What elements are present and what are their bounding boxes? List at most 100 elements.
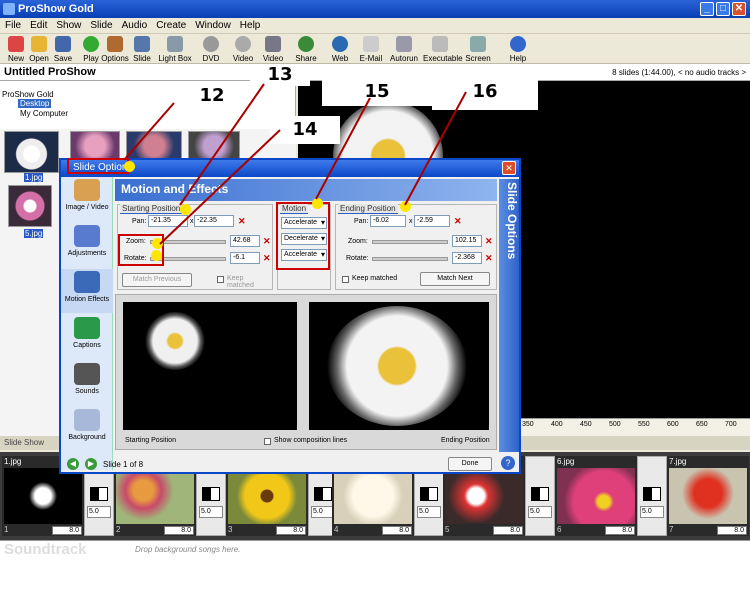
end-pan-y-input[interactable]: -2.59 [414,215,450,227]
maximize-button[interactable]: □ [716,2,730,16]
start-flower [145,312,205,370]
video-button[interactable]: Video [259,35,287,63]
transition-slot[interactable]: 5.0 [525,456,555,536]
start-rotate-input[interactable]: -6.1 [230,252,260,264]
email-icon [363,36,379,52]
minimize-button[interactable]: _ [700,2,714,16]
ending-position-preview[interactable] [309,302,489,430]
executable-button[interactable]: Executable [423,35,463,63]
next-slide-icon[interactable]: ▶ [85,458,97,470]
sidebar-image-video[interactable]: Image / Video [61,177,113,221]
menu-help[interactable]: Help [235,18,265,31]
slide-button[interactable]: Slide [128,35,156,63]
transition-icon [90,487,108,501]
help-icon[interactable]: ? [501,456,515,470]
captions-icon [74,317,100,339]
starting-position-preview[interactable] [123,302,297,430]
transition-icon [314,487,332,501]
options-button[interactable]: Options [101,35,129,63]
lightbox-button[interactable]: Light Box [158,35,192,63]
marker-dot [151,250,162,261]
menu-show[interactable]: Show [51,18,85,31]
slide-icon [134,36,150,52]
help-button[interactable]: Help [504,35,532,63]
soundtrack-bar[interactable]: Soundtrack Drop background songs here. [0,540,750,558]
options-icon [107,36,123,52]
save-button[interactable]: Save [49,35,77,63]
tree-desktop[interactable]: Desktop [18,99,52,108]
end-rotate-slider[interactable] [372,257,448,261]
menu-bar: File Edit Show Slide Audio Create Window Help [0,18,750,34]
timeline-slide[interactable]: 6.jpg 6 8.0 [555,456,637,536]
slide-thumb [116,468,194,524]
project-name: Untitled ProShow [4,66,96,78]
new-icon [8,36,24,52]
transition-icon [420,487,438,501]
menu-audio[interactable]: Audio [117,18,152,31]
background-icon [74,409,100,431]
file-thumb[interactable] [126,131,182,161]
composition-lines-checkbox[interactable] [264,438,271,445]
slide-thumb [228,468,306,524]
end-keep-matched-checkbox[interactable] [342,276,349,283]
screensaver-icon [470,36,486,52]
reset-icon[interactable]: ✕ [263,237,271,246]
menu-create[interactable]: Create [151,18,190,31]
file-thumb[interactable] [188,131,240,161]
file-thumb[interactable] [70,131,120,161]
end-zoom-slider[interactable] [372,240,448,244]
marker-dot [124,161,135,172]
transition-slot[interactable]: 5.0 [637,456,667,536]
sidebar-background[interactable]: Background [61,407,113,451]
marker-dot [312,198,323,209]
toolbar: New Open Save Play Options Slide Light B… [0,34,750,72]
match-next-button[interactable]: Match Next [420,272,490,286]
previous-slide-icon[interactable]: ◀ [67,458,79,470]
sidebar-motion-effects[interactable]: Motion Effects [61,269,113,313]
save-icon [55,36,71,52]
menu-file[interactable]: File [0,18,25,31]
reset-icon[interactable]: ✕ [485,254,493,263]
end-rotate-input[interactable]: -2.368 [452,252,482,264]
app-titlebar: ProShow Gold _ □ ✕ [0,0,750,18]
email-button[interactable]: E-Mail [356,35,386,63]
match-previous-button[interactable]: Match Previous [122,273,192,287]
callout-14: 14 [270,116,340,144]
tree-root[interactable]: ProShow Gold [2,90,54,99]
tree-my-computer[interactable]: My Computer [20,109,68,118]
file-thumb[interactable] [8,185,52,227]
callout-13: 13 [250,64,310,86]
sidebar-sounds[interactable]: Sounds [61,361,113,405]
slide-options-dialog: Slide Options ✕ Image / Video Adjustment… [59,158,521,474]
done-button[interactable]: Done [448,457,492,471]
end-flower [327,306,467,426]
sidebar-adjustments[interactable]: Adjustments [61,223,113,267]
menu-slide[interactable]: Slide [85,18,116,31]
video-icon [265,36,281,52]
start-pan-x-input[interactable]: -21.35 [148,215,188,227]
reset-icon[interactable]: ✕ [238,217,246,226]
globe-icon [332,36,348,52]
highlight-box [276,202,330,270]
start-keep-matched-checkbox[interactable] [217,276,224,283]
ending-position-group: Ending Position Pan: -6.02 x -2.59 ✕ Zoo… [335,204,497,290]
reset-icon[interactable]: ✕ [263,254,271,263]
start-pan-y-input[interactable]: -22.35 [194,215,234,227]
start-zoom-input[interactable]: 42.68 [230,235,260,247]
sidebar-captions[interactable]: Captions [61,315,113,359]
timeline-slide[interactable]: 7.jpg 7 8.0 [667,456,749,536]
reset-icon[interactable]: ✕ [485,237,493,246]
end-zoom-input[interactable]: 102.15 [452,235,482,247]
reset-icon[interactable]: ✕ [454,217,462,226]
marker-dot [400,201,411,212]
menu-edit[interactable]: Edit [25,18,51,31]
close-button[interactable]: ✕ [732,2,746,16]
transition-icon [531,487,549,501]
starting-position-label: Starting Position [125,437,176,444]
soundtrack-hint: Drop background songs here. [135,545,241,554]
end-pan-x-input[interactable]: -6.02 [370,215,406,227]
project-info: 8 slides (1:44.00), < no audio tracks > [612,68,746,77]
dialog-close-button[interactable]: ✕ [502,161,516,175]
file-thumb[interactable] [4,131,59,173]
menu-window[interactable]: Window [190,18,235,31]
